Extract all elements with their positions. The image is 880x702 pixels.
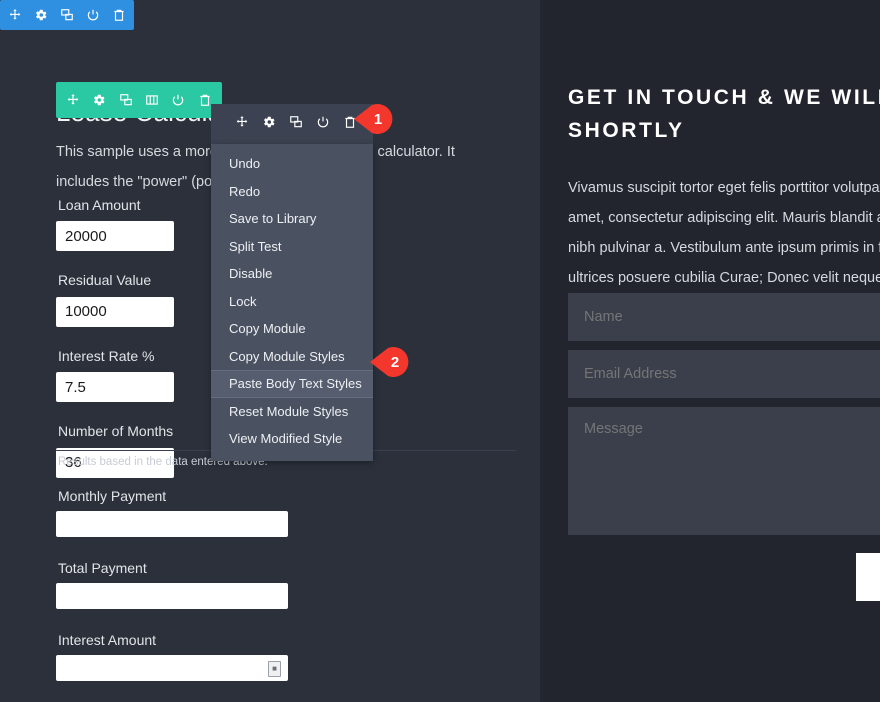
- menu-item-view-modified-style[interactable]: View Modified Style: [211, 425, 373, 453]
- menu-item-disable[interactable]: Disable: [211, 260, 373, 288]
- menu-item-undo[interactable]: Undo: [211, 150, 373, 178]
- section-toolbar-blue[interactable]: [0, 0, 134, 30]
- menu-item-redo[interactable]: Redo: [211, 178, 373, 206]
- columns-icon[interactable]: [139, 85, 165, 115]
- menu-item-paste-body-text-styles[interactable]: Paste Body Text Styles: [211, 370, 373, 398]
- monthly-payment-row: [56, 511, 288, 537]
- duplicate-icon[interactable]: [283, 107, 309, 137]
- stepper-icon[interactable]: ■: [268, 661, 281, 677]
- menu-item-reset-module-styles[interactable]: Reset Module Styles: [211, 398, 373, 426]
- form-gap-2: [568, 398, 880, 407]
- step-marker-2-number: 2: [390, 353, 400, 371]
- contact-form: [568, 293, 880, 535]
- contact-body-text: Vivamus suscipit tortor eget felis portt…: [568, 173, 880, 293]
- interest-amount-row: ■: [56, 655, 288, 681]
- contact-body-line-1: Vivamus suscipit tortor eget felis portt…: [568, 180, 880, 197]
- result-label-monthly-payment: Monthly Payment: [58, 488, 167, 504]
- interest-amount-input[interactable]: [56, 655, 288, 681]
- power-icon[interactable]: [80, 0, 106, 30]
- loan-amount-input[interactable]: [56, 221, 174, 252]
- menu-item-lock[interactable]: Lock: [211, 288, 373, 316]
- contact-heading-line-1: GET IN TOUCH & WE WILL C: [568, 86, 880, 109]
- step-marker-1-number: 1: [373, 110, 383, 128]
- duplicate-icon[interactable]: [54, 0, 80, 30]
- contact-body-line-4: ultrices posuere cubilia Curae; Donec ve…: [568, 270, 880, 287]
- total-payment-input[interactable]: [56, 583, 288, 609]
- gear-icon[interactable]: [28, 0, 54, 30]
- email-field[interactable]: [568, 350, 880, 398]
- monthly-payment-input[interactable]: [56, 511, 288, 537]
- result-label-interest-amount: Interest Amount: [58, 632, 157, 648]
- submit-button[interactable]: [856, 553, 880, 601]
- contact-module: GET IN TOUCH & WE WILL C SHORTLY Vivamus…: [568, 82, 880, 293]
- gear-icon[interactable]: [86, 85, 112, 115]
- context-menu[interactable]: Undo Redo Save to Library Split Test Dis…: [211, 144, 373, 462]
- interest-rate-input[interactable]: [56, 372, 174, 403]
- contact-body-line-2: amet, consectetur adipiscing elit. Mauri…: [568, 210, 880, 227]
- move-icon[interactable]: [60, 85, 86, 115]
- menu-item-copy-module[interactable]: Copy Module: [211, 315, 373, 343]
- gear-icon[interactable]: [256, 107, 282, 137]
- step-marker-2: 2: [368, 345, 414, 379]
- move-icon[interactable]: [229, 107, 255, 137]
- residual-value-input[interactable]: [56, 296, 174, 327]
- name-field[interactable]: [568, 293, 880, 341]
- trash-icon[interactable]: [106, 0, 132, 30]
- duplicate-icon[interactable]: [113, 85, 139, 115]
- module-toolbar-dark[interactable]: [224, 104, 367, 140]
- total-payment-row: [56, 583, 288, 609]
- result-label-total-payment: Total Payment: [58, 560, 147, 576]
- module-toolbar-green[interactable]: [56, 82, 222, 118]
- menu-item-copy-module-styles[interactable]: Copy Module Styles: [211, 343, 373, 371]
- menu-item-split-test[interactable]: Split Test: [211, 233, 373, 261]
- calculator-results: Results based in the data entered above:…: [56, 456, 356, 681]
- contact-heading: GET IN TOUCH & WE WILL C SHORTLY: [568, 82, 880, 147]
- menu-item-save-to-library[interactable]: Save to Library: [211, 205, 373, 233]
- power-icon[interactable]: [165, 85, 191, 115]
- step-marker-1: 1: [352, 102, 398, 136]
- contact-heading-line-2: SHORTLY: [568, 118, 685, 142]
- power-icon[interactable]: [310, 107, 336, 137]
- contact-body-line-3: nibh pulvinar a. Vestibulum ante ipsum p…: [568, 240, 880, 257]
- move-icon[interactable]: [2, 0, 28, 30]
- form-gap-1: [568, 341, 880, 350]
- message-field[interactable]: [568, 407, 880, 535]
